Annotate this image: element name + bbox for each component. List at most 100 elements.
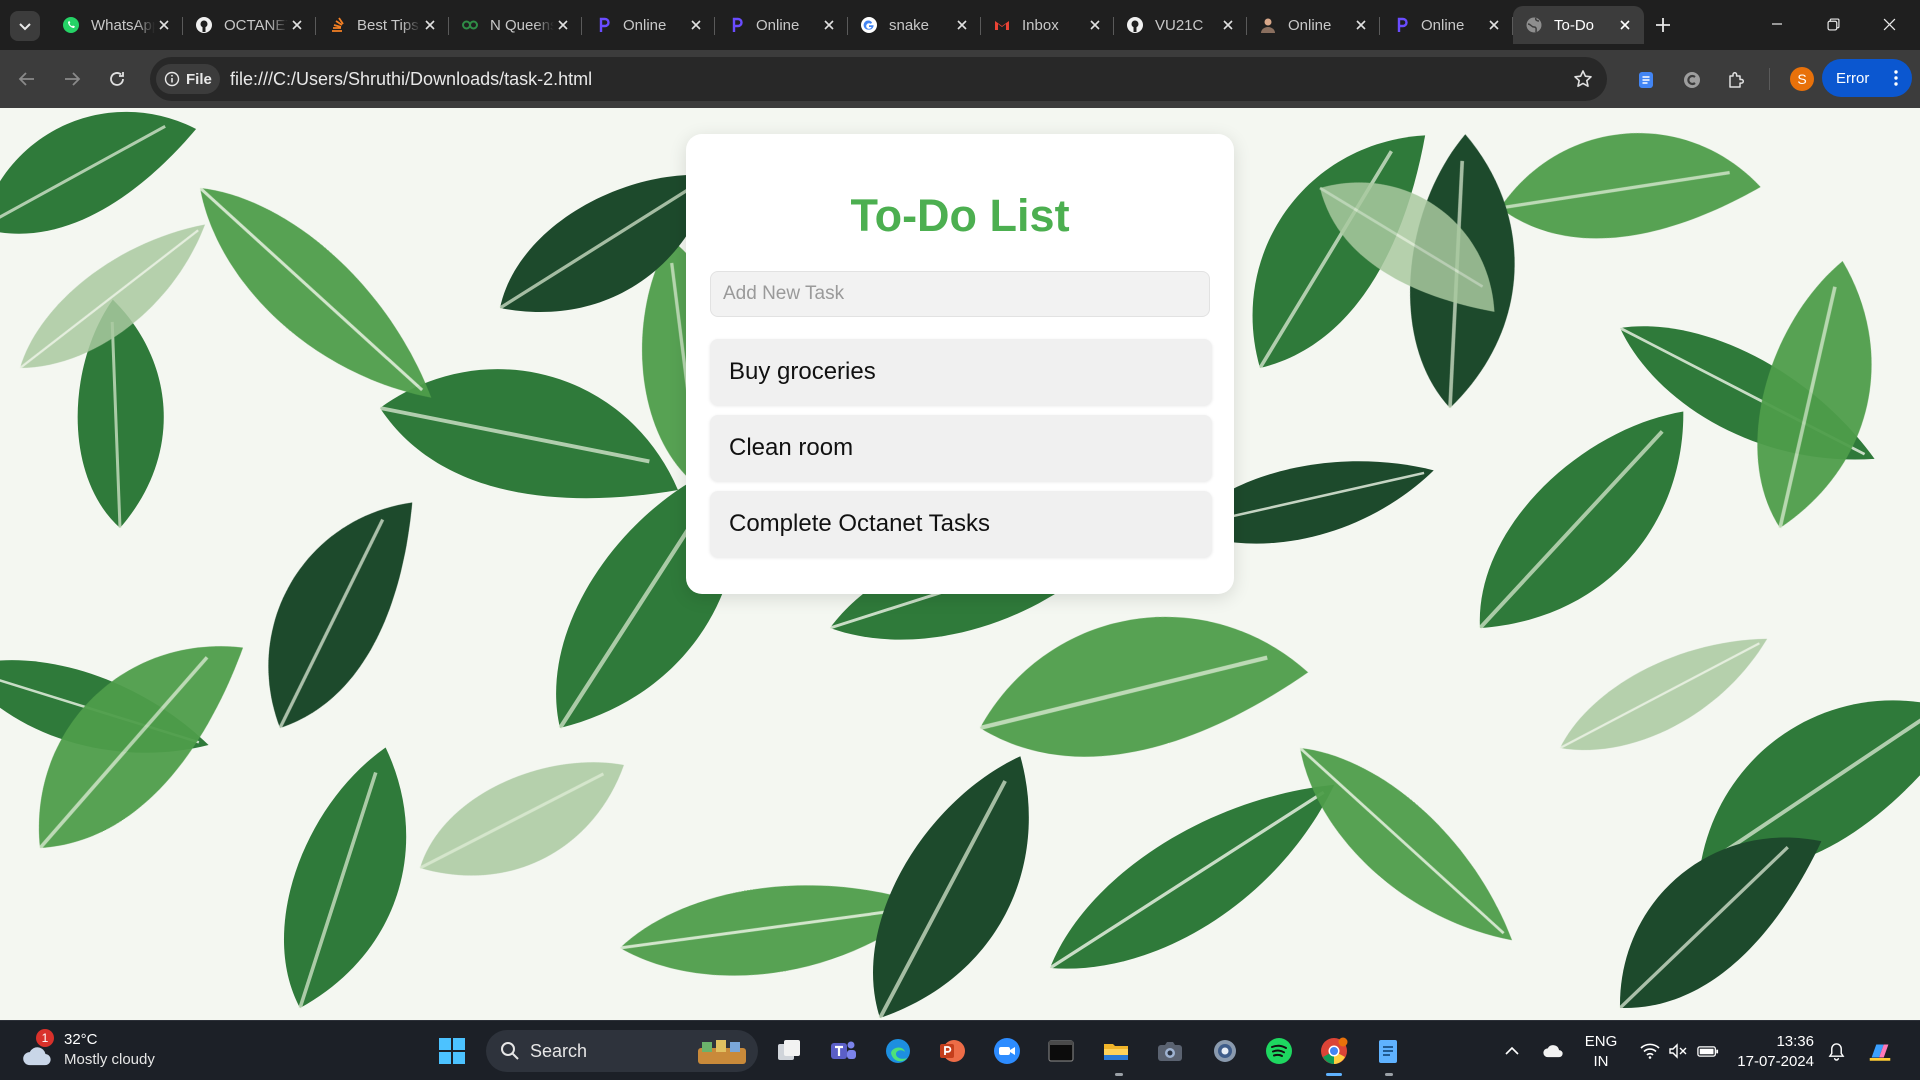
weather-widget[interactable]: 1 32°C Mostly cloudy [22,1029,172,1073]
volume-muted-icon [1669,1043,1687,1059]
task-item[interactable]: Clean room [710,415,1212,481]
tab-vu21c[interactable]: VU21C [1114,6,1247,44]
task-view-button[interactable] [771,1033,807,1069]
restore-button[interactable] [1806,0,1860,48]
tab-n-queens[interactable]: N Queens [449,6,582,44]
search-highlight-icon [698,1040,746,1064]
extension-c-icon[interactable] [1680,68,1704,92]
running-indicator [1115,1073,1123,1076]
address-bar[interactable]: File file:///C:/Users/Shruthi/Downloads/… [150,57,1607,101]
network-button[interactable] [1636,1021,1664,1080]
url-text[interactable]: file:///C:/Users/Shruthi/Downloads/task-… [230,69,592,90]
close-icon[interactable] [1352,16,1370,34]
task-item[interactable]: Complete Octanet Tasks [710,491,1212,557]
extensions-puzzle-icon[interactable] [1724,68,1748,92]
powerpoint-icon [940,1040,965,1062]
globe-icon [1525,16,1543,34]
notepad-app[interactable] [1370,1033,1406,1069]
more-vert-icon [1894,70,1898,86]
close-icon[interactable] [1219,16,1237,34]
close-window-button[interactable] [1862,0,1916,48]
tab-online-4[interactable]: Online [1380,6,1513,44]
tab-online-1[interactable]: Online [582,6,715,44]
teams-app[interactable] [825,1033,861,1069]
profile-avatar[interactable]: S [1790,67,1814,91]
restore-icon [1826,17,1840,31]
task-item[interactable]: Buy groceries [710,339,1212,405]
tab-best-tips[interactable]: Best Tips [316,6,449,44]
tab-octanet[interactable]: OCTANET [183,6,316,44]
google-icon [860,16,878,34]
tab-inbox[interactable]: Inbox [981,6,1114,44]
close-icon[interactable] [820,16,838,34]
gfg-icon [461,16,479,34]
show-hidden-icons-button[interactable] [1500,1021,1524,1080]
terminal-app[interactable] [1043,1033,1079,1069]
edge-icon [886,1039,910,1063]
programiz-icon [594,16,612,34]
tab-online-3[interactable]: Online [1247,6,1380,44]
notifications-button[interactable] [1822,1021,1850,1080]
settings-app[interactable] [1207,1033,1243,1069]
notepad-icon [1379,1040,1397,1063]
running-indicator [1385,1073,1393,1076]
language-code: ENG [1584,1033,1618,1050]
battery-button[interactable] [1692,1021,1724,1080]
site-info-chip[interactable]: File [156,64,220,94]
close-icon[interactable] [554,16,572,34]
reload-button[interactable] [102,64,132,94]
spotify-app[interactable] [1261,1033,1297,1069]
plus-icon [1656,18,1670,32]
reload-icon [110,72,124,86]
onedrive-button[interactable] [1538,1021,1568,1080]
tab-snake[interactable]: snake [848,6,981,44]
programiz-icon [1392,16,1410,34]
volume-button[interactable] [1664,1021,1692,1080]
chrome-icon [1321,1037,1348,1064]
close-icon [1883,18,1895,30]
forward-button[interactable] [57,64,87,94]
close-icon[interactable] [1086,16,1104,34]
tab-title: Online [1421,16,1465,34]
start-button[interactable] [434,1033,470,1069]
minimize-icon [1772,23,1782,25]
new-tab-button[interactable] [1650,12,1676,38]
person-icon [1259,16,1277,34]
wifi-icon [1640,1043,1660,1059]
copilot-button[interactable] [1862,1021,1898,1080]
tab-search-button[interactable] [10,11,40,41]
running-indicator-active [1326,1073,1342,1076]
system-clock[interactable]: 13:36 17-07-2024 [1728,1032,1814,1072]
clock-date: 17-07-2024 [1737,1053,1814,1070]
tab-to-do[interactable]: To-Do [1513,6,1644,44]
tab-online-2[interactable]: Online [715,6,848,44]
back-button[interactable] [12,64,42,94]
tab-whatsapp[interactable]: WhatsApp [50,6,183,44]
close-icon[interactable] [953,16,971,34]
close-icon[interactable] [1485,16,1503,34]
extension-docs-icon[interactable] [1634,68,1658,92]
close-icon[interactable] [421,16,439,34]
file-explorer-app[interactable] [1098,1033,1134,1069]
page-viewport: To-Do List Buy groceries Clean room Comp… [0,108,1920,1020]
weather-description: Mostly cloudy [64,1051,155,1068]
clock-time: 13:36 [1776,1033,1814,1050]
language-indicator[interactable]: ENG IN [1568,1032,1634,1072]
zoom-app[interactable] [989,1033,1025,1069]
camera-app[interactable] [1152,1033,1188,1069]
powerpoint-app[interactable] [934,1033,970,1069]
minimize-button[interactable] [1750,0,1804,48]
teams-icon [831,1041,856,1059]
close-icon[interactable] [1616,16,1634,34]
taskbar-search[interactable]: Search [486,1030,758,1072]
bookmark-star-icon[interactable] [1573,69,1593,89]
close-icon[interactable] [288,16,306,34]
chrome-app[interactable] [1316,1033,1352,1069]
close-icon[interactable] [687,16,705,34]
close-icon[interactable] [155,16,173,34]
zoom-icon [994,1038,1020,1064]
tab-title: snake [889,16,930,34]
edge-app[interactable] [880,1033,916,1069]
error-button[interactable]: Error [1822,59,1912,97]
add-task-input[interactable] [710,271,1210,317]
